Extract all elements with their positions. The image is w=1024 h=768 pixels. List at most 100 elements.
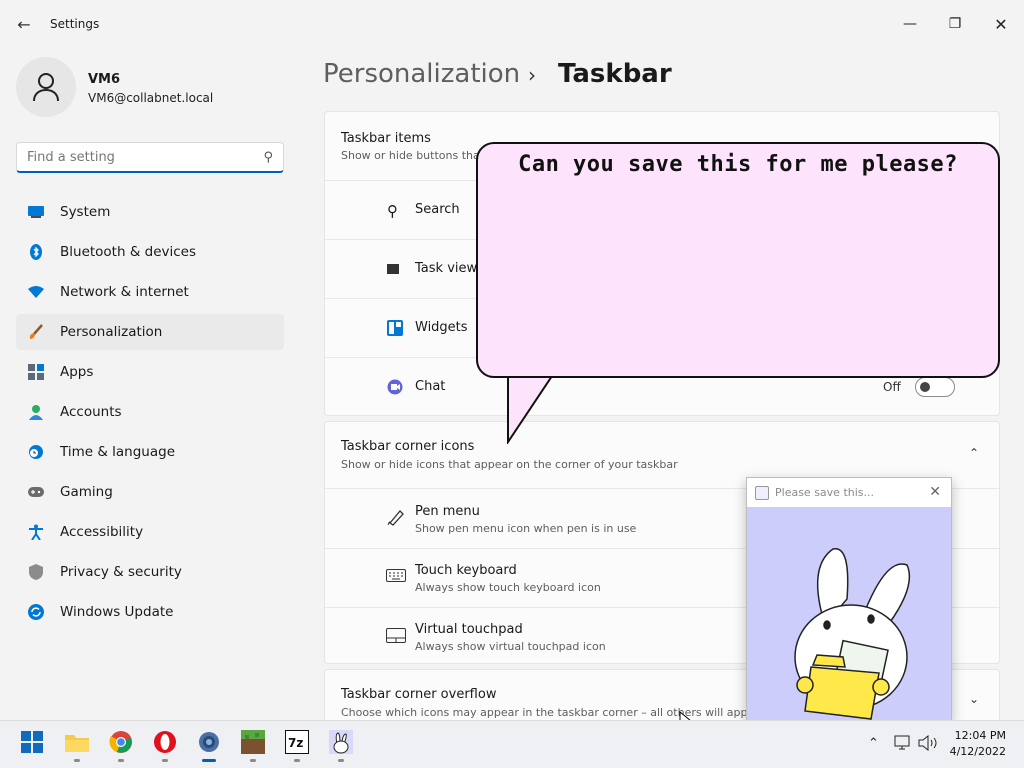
back-arrow-icon[interactable]: ←	[14, 14, 34, 34]
sidebar-item-label: Network & internet	[60, 284, 189, 300]
svg-text:7z: 7z	[288, 736, 303, 750]
minecraft-icon[interactable]	[239, 728, 267, 756]
user-email: VM6@collabnet.local	[88, 91, 214, 105]
sidebar-item-label: Accounts	[60, 404, 122, 420]
network-icon[interactable]	[894, 735, 912, 755]
chevron-up-icon[interactable]: ⌃	[969, 446, 979, 460]
section-title: Taskbar items	[341, 131, 431, 146]
pen-icon	[387, 508, 405, 530]
speech-bubble-tail	[507, 370, 553, 444]
sidebar-item-apps[interactable]: Apps	[16, 354, 284, 390]
search-icon: ⚲	[263, 149, 273, 165]
sidebar-item-system[interactable]: System	[16, 194, 284, 230]
breadcrumb-parent[interactable]: Personalization	[323, 59, 520, 89]
sidebar-item-label: Time & language	[60, 444, 176, 460]
bluetooth-icon	[28, 244, 44, 260]
user-name: VM6	[88, 72, 121, 87]
clock-time: 12:04 PM	[954, 729, 1006, 742]
toggle-state-label: Off	[883, 380, 901, 394]
keyboard-icon	[386, 569, 406, 586]
sidebar-item-label: Privacy & security	[60, 564, 182, 580]
sidebar-item-label: System	[60, 204, 111, 220]
row-sublabel: Always show virtual touchpad icon	[415, 640, 606, 653]
page-title: Taskbar	[558, 59, 672, 89]
sidebar-item-personalization[interactable]: Personalization	[16, 314, 284, 350]
sidebar-item-accessibility[interactable]: Accessibility	[16, 514, 284, 550]
running-indicator	[74, 759, 80, 762]
search-input[interactable]	[27, 149, 264, 165]
sidebar-item-label: Gaming	[60, 484, 113, 500]
shield-icon	[28, 564, 44, 580]
breadcrumb-separator: ›	[528, 63, 536, 87]
sidebar-nav: System Bluetooth & devices Network & int…	[16, 194, 284, 634]
running-indicator	[162, 759, 168, 762]
start-icon[interactable]	[18, 728, 46, 756]
sidebar-item-label: Apps	[60, 364, 94, 380]
file-explorer-icon[interactable]	[63, 728, 91, 756]
gamepad-icon	[28, 484, 44, 500]
sidebar-item-bluetooth[interactable]: Bluetooth & devices	[16, 234, 284, 270]
row-label: Widgets	[415, 320, 468, 335]
opera-icon[interactable]	[151, 728, 179, 756]
row-label: Touch keyboard	[415, 563, 517, 578]
bunny-illustration	[747, 507, 951, 721]
apps-icon	[28, 364, 44, 380]
section-subtitle: Show or hide icons that appear on the co…	[341, 458, 678, 471]
chat-icon	[387, 379, 403, 399]
person-icon	[33, 73, 59, 102]
row-label: Virtual touchpad	[415, 622, 523, 637]
sidebar-item-privacy[interactable]: Privacy & security	[16, 554, 284, 590]
section-subtitle: Choose which icons may appear in the tas…	[341, 706, 761, 719]
maximize-button[interactable]: ❐	[932, 8, 978, 40]
row-label: Search	[415, 202, 460, 217]
search-icon: ⚲	[387, 202, 398, 220]
row-sublabel: Always show touch keyboard icon	[415, 581, 601, 594]
sidebar-item-gaming[interactable]: Gaming	[16, 474, 284, 510]
sidebar-item-network[interactable]: Network & internet	[16, 274, 284, 310]
chat-toggle[interactable]	[915, 377, 955, 397]
close-button[interactable]: ✕	[978, 8, 1024, 40]
chevron-down-icon[interactable]: ⌄	[969, 692, 979, 706]
accessibility-icon	[28, 524, 44, 540]
wifi-icon	[28, 284, 44, 300]
app-title: Settings	[50, 17, 100, 31]
7zip-icon[interactable]: 7z	[283, 728, 311, 756]
chevron-up-icon[interactable]: ⌃	[868, 736, 879, 751]
sidebar-item-label: Windows Update	[60, 604, 174, 620]
chrome-icon[interactable]	[107, 728, 135, 756]
person-icon	[28, 404, 44, 420]
running-indicator	[118, 759, 124, 762]
paintbrush-icon	[28, 324, 44, 340]
sidebar-item-label: Accessibility	[60, 524, 144, 540]
sidebar-item-label: Bluetooth & devices	[60, 244, 197, 260]
sidebar-item-time-language[interactable]: Time & language	[16, 434, 284, 470]
taskbar-clock[interactable]: 12:04 PM 4/12/2022	[950, 728, 1006, 760]
monitor-icon	[28, 204, 44, 220]
sidebar-item-label: Personalization	[60, 324, 163, 340]
active-indicator	[202, 759, 216, 762]
row-label: Pen menu	[415, 504, 480, 519]
settings-icon[interactable]	[195, 728, 223, 756]
popup-title-bar[interactable]: Please save this... ✕	[747, 478, 951, 507]
globe-clock-icon	[28, 444, 44, 460]
speech-bubble	[476, 142, 1000, 378]
avatar[interactable]	[16, 57, 76, 117]
row-label: Chat	[415, 379, 446, 394]
title-bar	[0, 0, 1024, 48]
bunny-app-icon[interactable]	[327, 728, 355, 756]
running-indicator	[250, 759, 256, 762]
clock-date: 4/12/2022	[949, 745, 1006, 758]
search-box[interactable]: ⚲	[16, 142, 284, 173]
minimize-button[interactable]: —	[887, 8, 933, 40]
popup-title: Please save this...	[775, 486, 874, 499]
sidebar-item-accounts[interactable]: Accounts	[16, 394, 284, 430]
running-indicator	[294, 759, 300, 762]
speech-bubble-text: Can you save this for me please?	[518, 152, 958, 177]
task-view-icon	[387, 264, 399, 274]
section-title: Taskbar corner overflow	[341, 687, 497, 702]
volume-icon[interactable]	[918, 734, 938, 755]
sidebar-item-windows-update[interactable]: Windows Update	[16, 594, 284, 630]
close-icon[interactable]: ✕	[929, 484, 941, 500]
section-title: Taskbar corner icons	[341, 439, 475, 454]
bunny-popup-window[interactable]: Please save this... ✕	[746, 477, 952, 721]
